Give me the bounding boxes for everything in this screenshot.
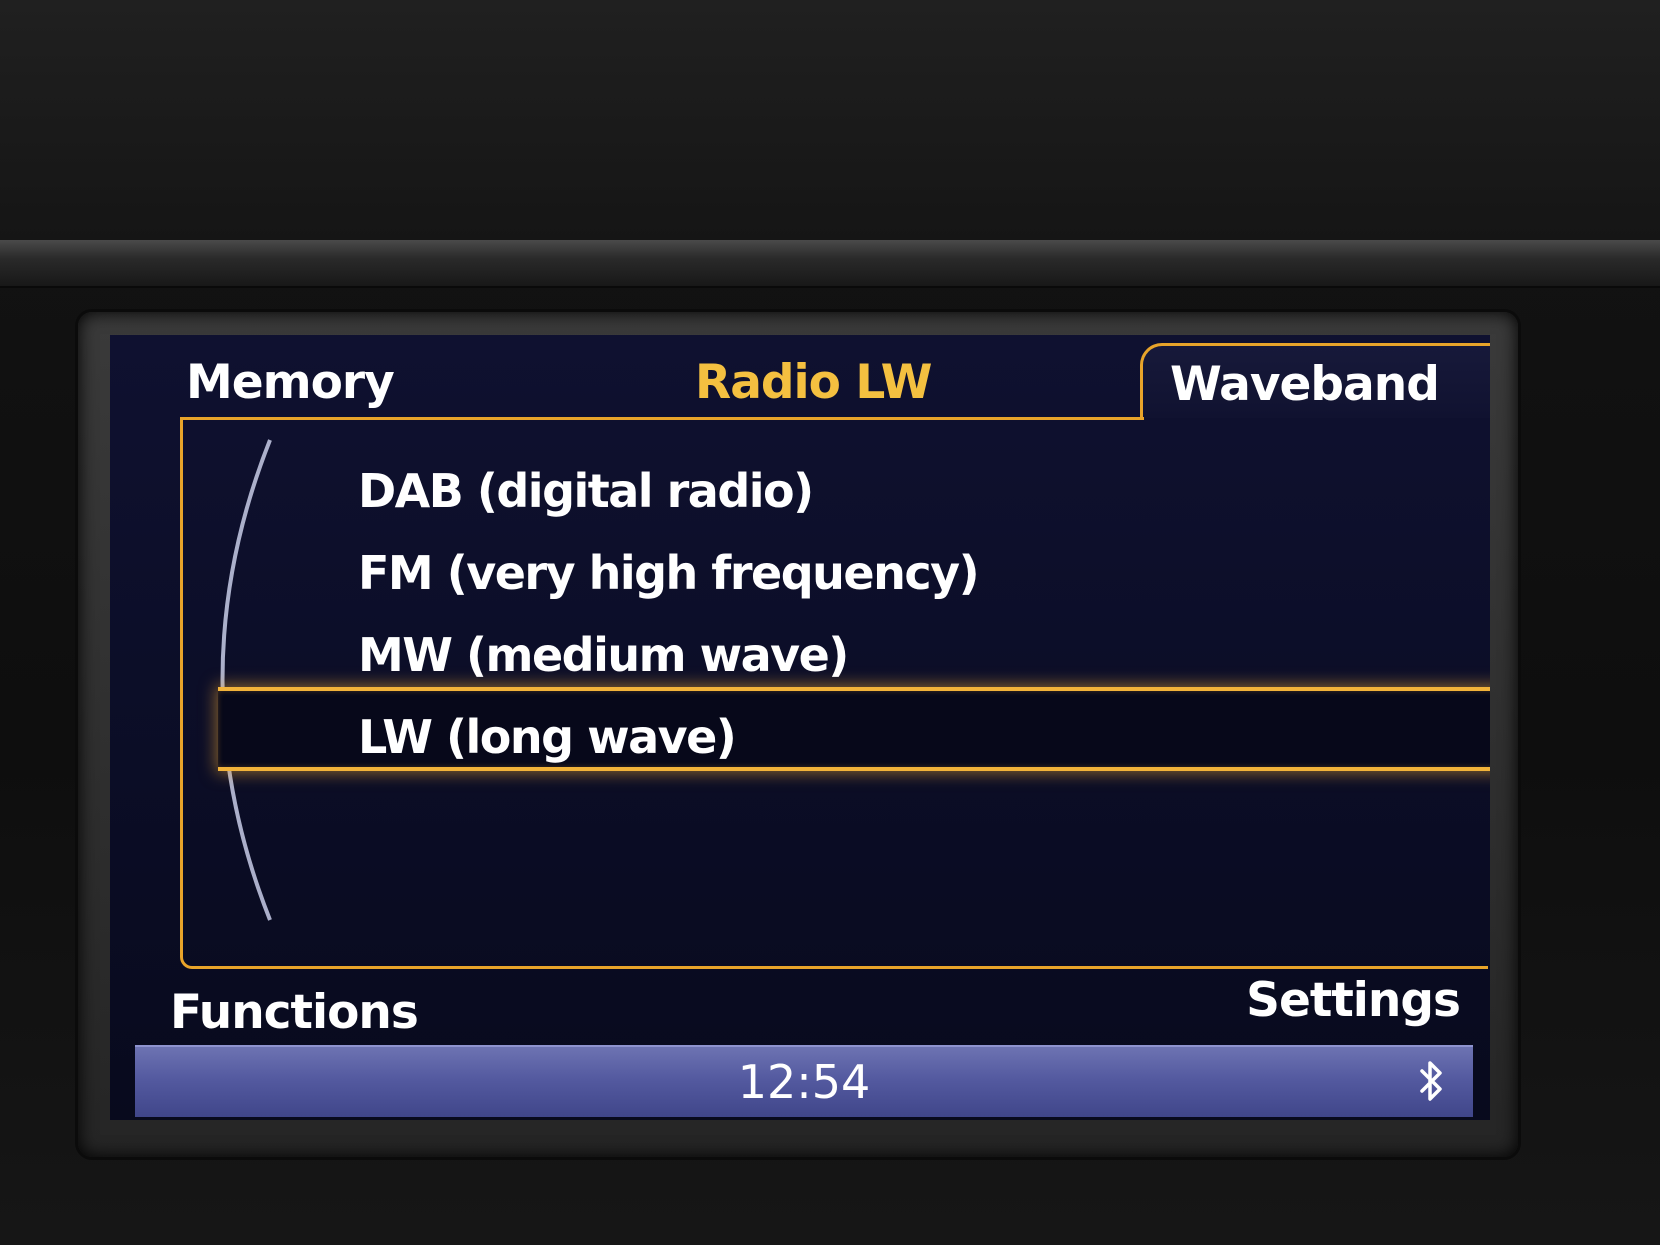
memory-tab[interactable]: Memory [186,355,395,411]
list-item-mw[interactable]: MW (medium wave) [358,625,849,685]
list-item-lw[interactable]: LW (long wave) [358,707,737,767]
status-bar: 12:54 [135,1045,1473,1117]
dashboard-upper-panel [0,0,1660,240]
list-item-dab[interactable]: DAB (digital radio) [358,461,814,521]
settings-softkey[interactable]: Settings [1246,973,1461,1028]
functions-softkey[interactable]: Functions [170,985,419,1040]
waveband-tab[interactable]: Waveband [1170,357,1440,413]
bluetooth-icon [1420,1061,1442,1101]
page-title: Radio LW [695,355,932,410]
dashboard-trim [0,240,1660,288]
clock: 12:54 [737,1055,871,1109]
infotainment-screen: Memory Radio LW Waveband DAB (digital ra… [110,335,1490,1120]
list-item-fm[interactable]: FM (very high frequency) [358,543,980,603]
